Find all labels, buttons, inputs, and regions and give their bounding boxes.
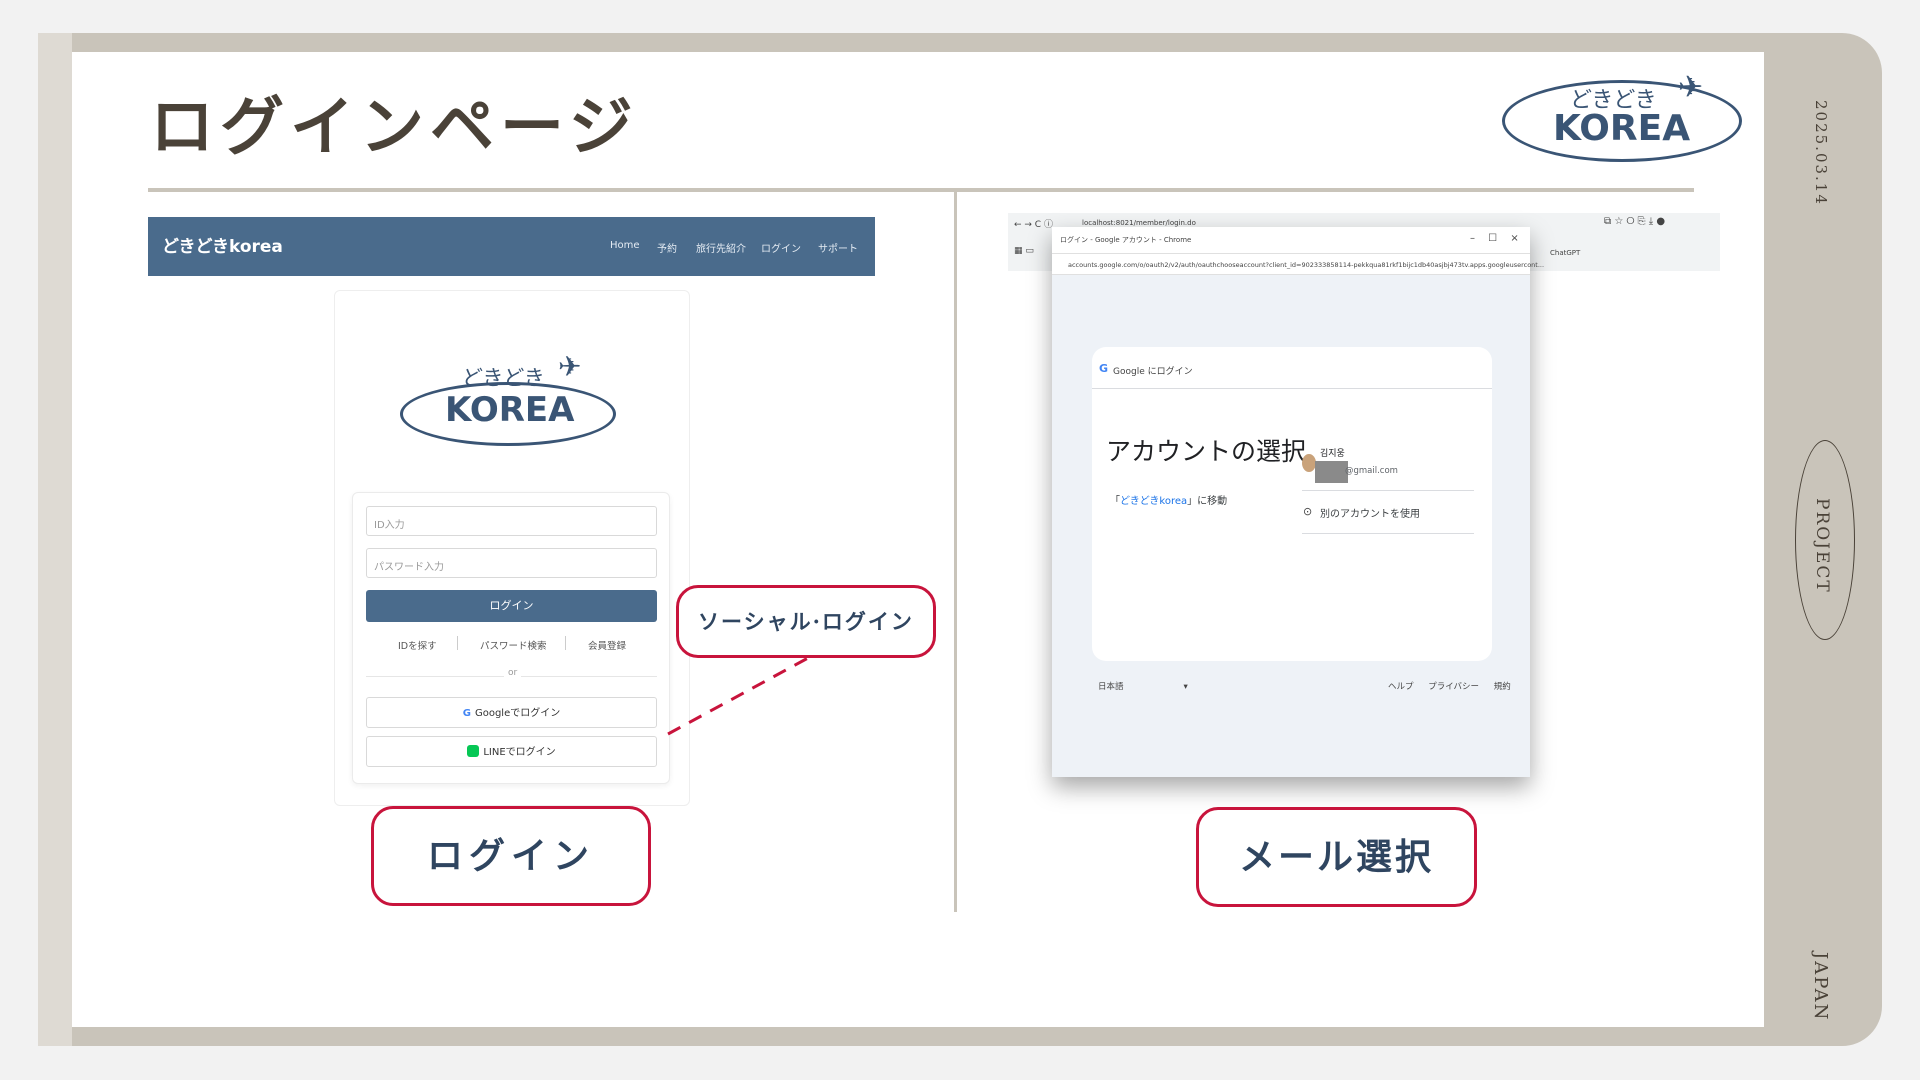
login-airplane-icon: ✈: [558, 350, 582, 383]
login-button[interactable]: ログイン: [366, 590, 657, 622]
account-rule: [1302, 490, 1474, 491]
account-name[interactable]: 김지웅: [1320, 446, 1345, 459]
bookmark-folder-icon: ▦ ▭: [1014, 246, 1034, 256]
account-email[interactable]: @gmail.com: [1345, 466, 1398, 476]
chevron-down-icon: ▾: [1183, 682, 1188, 692]
continue-prefix: 「: [1110, 496, 1120, 507]
site-brand[interactable]: どきどきkorea: [162, 232, 283, 257]
account-rule: [1302, 533, 1474, 534]
browser-extension-icons: ⧉ ☆ ⭘ ⎘ ⤓ ●: [1604, 216, 1666, 227]
continue-to-text: 「どきどきkorea」に移動: [1110, 492, 1227, 507]
find-password-link[interactable]: パスワード検索: [480, 638, 547, 652]
google-icon: G: [462, 708, 471, 719]
google-login-label: Googleでログイン: [474, 708, 561, 719]
japan-label: JAPAN: [1810, 952, 1831, 1022]
airplane-icon: ✈: [1678, 70, 1704, 105]
user-circle-icon: ⊙: [1303, 505, 1313, 518]
continue-app-link[interactable]: どきどきkorea: [1120, 496, 1187, 507]
language-select[interactable]: 日本語 ▾: [1098, 680, 1188, 692]
nav-item-login[interactable]: ログイン: [761, 240, 801, 255]
register-link[interactable]: 会員登録: [588, 638, 626, 652]
choose-account-heading: アカウントの選択: [1106, 437, 1307, 466]
bookmark-chatgpt[interactable]: ChatGPT: [1550, 249, 1580, 257]
redaction-box: [1315, 461, 1348, 483]
continue-suffix: 」に移動: [1187, 496, 1228, 507]
slide-frame-left-band: [38, 33, 72, 1046]
project-label: PROJECT: [1812, 498, 1832, 594]
callout-mail-select: メール選択: [1196, 807, 1477, 907]
browser-nav-icons: ← → C ⓘ: [1014, 220, 1053, 230]
use-other-account[interactable]: 別のアカウントを使用: [1320, 505, 1420, 520]
find-id-link[interactable]: IDを探す: [398, 638, 437, 652]
password-input[interactable]: パスワード入力: [366, 548, 657, 578]
footer-links[interactable]: ヘルプ プライバシー 規約: [1388, 680, 1511, 692]
nav-item-reservation[interactable]: 予約: [657, 240, 677, 255]
line-icon: [467, 745, 480, 757]
link-separator: [565, 636, 566, 650]
popup-window-controls[interactable]: – ☐ ×: [1470, 233, 1519, 244]
address-bar[interactable]: localhost:8021/member/login.do: [1082, 219, 1196, 227]
callout-social-login: ソーシャル·ログイン: [676, 585, 936, 658]
google-login-button[interactable]: G Googleでログイン: [366, 697, 657, 728]
login-logo-main-text: KOREA: [445, 390, 575, 430]
google-g-icon: G: [1099, 362, 1109, 375]
or-label: or: [504, 668, 522, 678]
card-header: Google にログイン: [1113, 367, 1193, 377]
slide-logo-main-text: KOREA: [1553, 108, 1691, 149]
use-other-account-label: 別のアカウントを使用: [1320, 509, 1420, 520]
callout-login: ログイン: [371, 806, 651, 906]
login-logo-top-text: どきどき: [462, 366, 545, 390]
title-underline: [148, 188, 1694, 192]
nav-item-home[interactable]: Home: [610, 240, 640, 251]
id-input[interactable]: ID入力: [366, 506, 657, 536]
popup-url: accounts.google.com/o/oauth2/v2/auth/oau…: [1068, 261, 1545, 269]
popup-title: ログイン - Google アカウント - Chrome: [1060, 236, 1192, 244]
language-label: 日本語: [1098, 682, 1124, 692]
card-header-rule: [1092, 388, 1492, 389]
nav-item-support[interactable]: サポート: [818, 240, 858, 255]
link-separator: [457, 636, 458, 650]
slide-title: ログインページ: [150, 90, 639, 165]
column-divider: [954, 192, 957, 912]
line-login-label: LINEでログイン: [483, 747, 556, 758]
line-login-button[interactable]: LINEでログイン: [366, 736, 657, 767]
slide-date: 2025.03.14: [1812, 100, 1830, 206]
nav-item-destinations[interactable]: 旅行先紹介: [696, 240, 746, 255]
avatar: [1302, 454, 1316, 472]
